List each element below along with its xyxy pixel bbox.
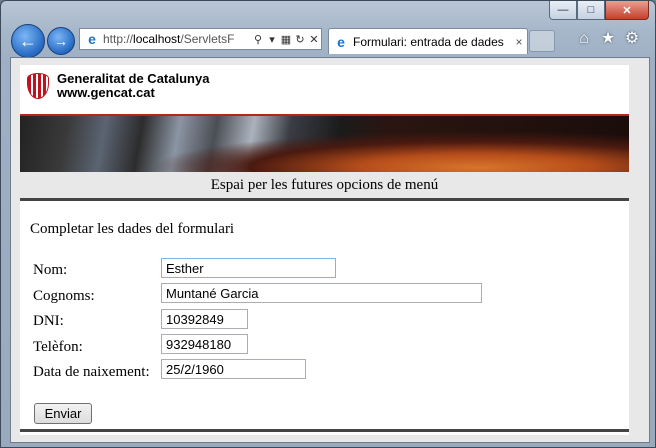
window-controls: — □ ✕ — [549, 1, 649, 21]
tab-formulari[interactable]: e Formulari: entrada de dades × — [328, 28, 528, 54]
gencat-logo[interactable]: Generalitat de Catalunya www.gencat.cat — [27, 72, 209, 100]
enviar-button[interactable]: Enviar — [34, 403, 92, 424]
forward-icon[interactable]: → — [47, 27, 75, 55]
label-data-naixement: Data de naixement: — [33, 364, 150, 380]
close-window-button[interactable]: ✕ — [605, 1, 649, 20]
stop-icon[interactable]: ✕ — [307, 33, 321, 46]
cognoms-input[interactable] — [161, 283, 482, 303]
nom-input[interactable] — [161, 258, 336, 278]
menu-placeholder: Espai per les futures opcions de menú — [20, 172, 629, 201]
close-tab-icon[interactable]: × — [511, 35, 527, 49]
browser-window: — □ ✕ ← → e http://localhost/ServletsF ⚲… — [0, 0, 656, 448]
senyera-icon — [27, 73, 49, 99]
org-url: www.gencat.cat — [57, 85, 155, 100]
tools-icon[interactable]: ⚙ — [623, 30, 641, 48]
page-viewport: Generalitat de Catalunya www.gencat.cat … — [10, 57, 650, 443]
favorites-icon[interactable]: ★ — [599, 30, 617, 48]
minimize-button[interactable]: — — [549, 1, 577, 20]
web-page: Generalitat de Catalunya www.gencat.cat … — [20, 65, 629, 435]
refresh-icon[interactable]: ↻ — [293, 33, 307, 46]
ie-icon: e — [88, 31, 96, 47]
home-icon[interactable]: ⌂ — [575, 30, 593, 48]
label-dni: DNI: — [33, 313, 64, 329]
back-icon[interactable]: ← — [11, 24, 45, 58]
org-name: Generalitat de Catalunya — [57, 71, 210, 86]
form-title: Completar les dades del formulari — [30, 221, 235, 237]
label-telefon: Telèfon: — [33, 339, 83, 355]
dropdown-icon[interactable]: ▾ — [265, 33, 279, 46]
header-banner-image — [20, 114, 629, 176]
search-icon[interactable]: ⚲ — [251, 33, 265, 46]
address-url[interactable]: http://localhost/ServletsF — [103, 32, 251, 46]
data-naixement-input[interactable] — [161, 359, 306, 379]
maximize-button[interactable]: □ — [577, 1, 605, 20]
label-cognoms: Cognoms: — [33, 288, 95, 304]
bottom-divider — [20, 429, 629, 432]
tab-title: Formulari: entrada de dades — [353, 34, 504, 49]
compat-icon[interactable]: ▦ — [279, 33, 293, 46]
new-tab-button[interactable] — [529, 30, 555, 52]
address-bar[interactable]: e http://localhost/ServletsF ⚲ ▾ ▦ ↻ ✕ — [79, 28, 322, 50]
ie-icon: e — [337, 33, 345, 50]
label-nom: Nom: — [33, 262, 68, 278]
dni-input[interactable] — [161, 309, 248, 329]
telefon-input[interactable] — [161, 334, 248, 354]
